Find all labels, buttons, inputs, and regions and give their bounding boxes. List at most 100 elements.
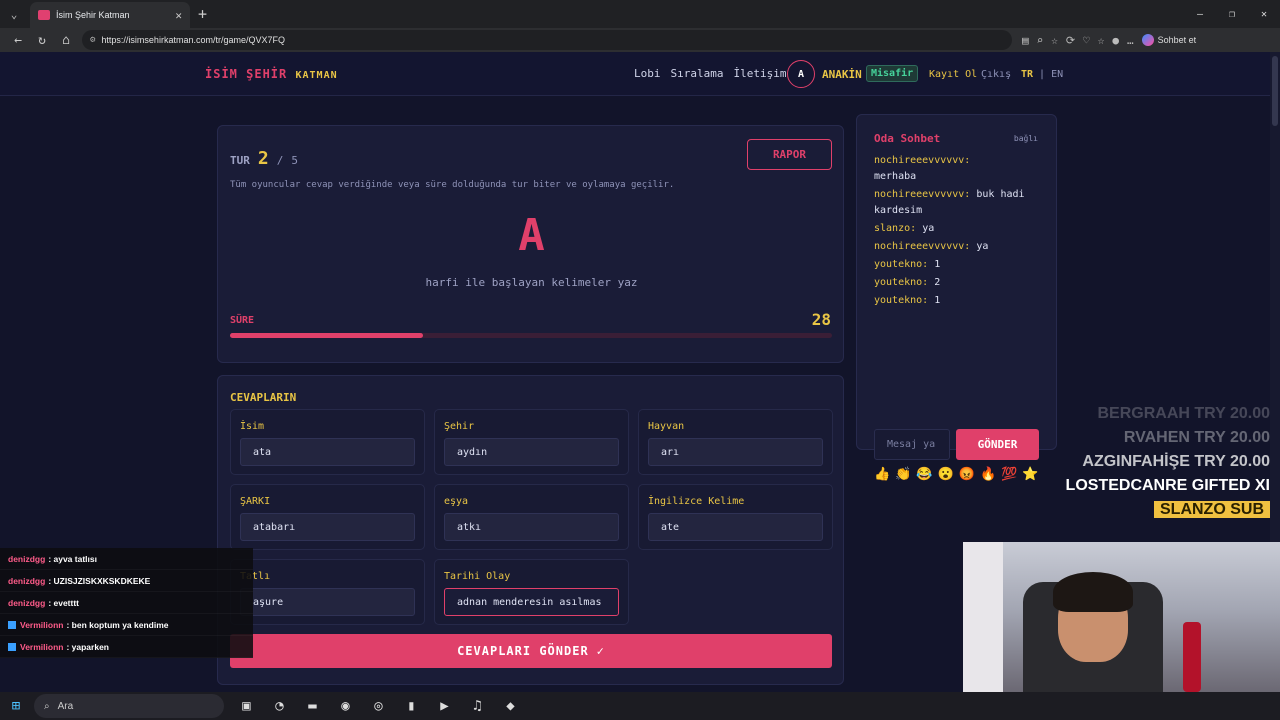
- file-explorer-icon[interactable]: ▬: [302, 698, 323, 714]
- field-input[interactable]: aydın: [444, 438, 619, 466]
- task-view-icon[interactable]: ▣: [236, 698, 257, 714]
- site-logo[interactable]: İSİM ŞEHİR KATMAN: [205, 67, 338, 81]
- surprised-emoji-icon[interactable]: 😮: [938, 467, 954, 482]
- minimize-icon[interactable]: —: [1184, 0, 1216, 28]
- chrome-icon[interactable]: ◎: [368, 698, 389, 714]
- logo-text-sub: KATMAN: [295, 70, 338, 81]
- taskbar-search[interactable]: ⌕ Ara: [34, 694, 224, 718]
- fire-emoji-icon[interactable]: 🔥: [980, 467, 996, 482]
- stream-chat-text: : ben koptum ya kendime: [66, 619, 169, 630]
- answers-title: CEVAPLARIN: [230, 391, 297, 404]
- reader-icon[interactable]: ▤: [1022, 34, 1029, 47]
- donor-line: BERGRAAH TRY 20.00: [1097, 405, 1271, 422]
- address-bar[interactable]: ⚙ https://isimsehirkatman.com/tr/game/QV…: [82, 30, 1012, 50]
- reload-icon[interactable]: ↻: [30, 33, 54, 48]
- field-sarki: ŞARKI atabarı: [230, 484, 425, 550]
- clap-emoji-icon[interactable]: 👏: [895, 467, 911, 482]
- timer-label: SÜRE: [230, 315, 255, 326]
- nav-link-ranking[interactable]: Sıralama: [671, 67, 724, 80]
- site-info-icon[interactable]: ⚙: [90, 35, 95, 45]
- laugh-emoji-icon[interactable]: 😂: [916, 467, 932, 482]
- register-link[interactable]: Kayıt Ol: [929, 69, 977, 80]
- windows-taskbar: ⊞ ⌕ Ara ▣ ◔ ▬ ◉ ◎ ▮ ▶ ♫ ◆: [0, 692, 1280, 720]
- hundred-emoji-icon[interactable]: 💯: [1001, 467, 1017, 482]
- field-hayvan: Hayvan arı: [638, 409, 833, 475]
- home-icon[interactable]: ⌂: [54, 33, 78, 48]
- scrollbar-thumb[interactable]: [1272, 56, 1278, 126]
- thumbs-up-emoji-icon[interactable]: 👍: [874, 467, 890, 482]
- url-text: https://isimsehirkatman.com/tr/game/QVX7…: [101, 35, 285, 45]
- back-icon[interactable]: ←: [6, 33, 30, 48]
- chat-title: Oda Sohbet: [874, 132, 941, 145]
- restore-icon[interactable]: ❐: [1216, 0, 1248, 28]
- nav-links: Lobi Sıralama İletişim: [634, 67, 786, 80]
- new-tab-icon[interactable]: +: [198, 5, 207, 23]
- zoom-icon[interactable]: ⌕: [1037, 34, 1044, 47]
- lang-tr[interactable]: TR: [1021, 69, 1033, 80]
- close-tab-icon[interactable]: ✕: [175, 9, 182, 22]
- lang-en[interactable]: EN: [1051, 69, 1063, 80]
- timer-value: 28: [811, 310, 831, 329]
- field-input[interactable]: atabarı: [240, 513, 415, 541]
- angry-emoji-icon[interactable]: 😡: [959, 467, 975, 482]
- media-player-icon[interactable]: ▶: [434, 698, 455, 714]
- field-input-active[interactable]: adnan menderesin asılmas: [444, 588, 619, 616]
- close-window-icon[interactable]: ✕: [1248, 0, 1280, 28]
- stream-chat-line: denizdgg: evetttt: [0, 592, 253, 614]
- more-menu-icon[interactable]: …: [1127, 34, 1134, 47]
- stream-chat-line: Vermilionn: yaparken: [0, 636, 253, 658]
- collections-icon[interactable]: ☆: [1098, 34, 1105, 47]
- site-favicon-icon: [38, 10, 50, 20]
- browser-tab[interactable]: İsim Şehir Katman ✕: [30, 2, 190, 28]
- chat-messages: nochireeevvvvvv: merhaba nochireeevvvvvv:…: [874, 153, 1049, 311]
- chat-message: nochireeevvvvvv: ya: [874, 239, 1049, 255]
- subscriber-badge-icon: [8, 620, 16, 629]
- field-input[interactable]: atkı: [444, 513, 619, 541]
- windows-start-icon[interactable]: ⊞: [0, 698, 32, 714]
- tab-list-chevron-icon[interactable]: ⌄: [0, 0, 28, 28]
- field-input[interactable]: ata: [240, 438, 415, 466]
- copilot-button[interactable]: Sohbet et: [1141, 34, 1196, 46]
- extensions-icon[interactable]: ⟳: [1066, 34, 1075, 47]
- field-input[interactable]: ate: [648, 513, 823, 541]
- field-tatli: Tatlı aşure: [230, 559, 425, 625]
- chat-user: youtekno:: [874, 295, 929, 306]
- spotify-icon[interactable]: ♫: [467, 698, 488, 714]
- report-button[interactable]: RAPOR: [747, 139, 832, 170]
- nav-link-contact[interactable]: İletişim: [733, 67, 786, 80]
- field-label: Şehir: [444, 421, 475, 432]
- field-input[interactable]: arı: [648, 438, 823, 466]
- nav-link-lobby[interactable]: Lobi: [634, 67, 661, 80]
- chat-send-button[interactable]: GÖNDER: [956, 429, 1039, 460]
- chat-status: bağlı: [1013, 134, 1038, 143]
- edge-browser-icon[interactable]: ◉: [335, 698, 356, 714]
- app-icon[interactable]: ◔: [269, 698, 290, 714]
- donation-overlay: BERGRAAH TRY 20.00 RVAHEN TRY 20.00 AZGI…: [1066, 402, 1270, 522]
- favorite-star-icon[interactable]: ☆: [1051, 34, 1058, 47]
- round-separator: /: [276, 154, 284, 167]
- submit-answers-button[interactable]: CEVAPLARI GÖNDER ✓: [230, 634, 832, 668]
- user-avatar[interactable]: A: [787, 60, 815, 88]
- stream-chat-line: denizdgg: ayva tatlısı: [0, 548, 253, 570]
- chat-message: youtekno: 2: [874, 275, 1049, 291]
- logo-text-main: İSİM ŞEHİR: [205, 67, 288, 81]
- app-icon[interactable]: ▮: [401, 698, 422, 714]
- app-icon[interactable]: ◆: [500, 698, 521, 714]
- round-counter: TUR 2 / 5: [230, 148, 298, 169]
- round-current: 2: [257, 148, 269, 169]
- star-emoji-icon[interactable]: ⭐: [1022, 467, 1038, 482]
- profile-avatar[interactable]: ●: [1112, 34, 1119, 47]
- taskbar-search-placeholder: Ara: [57, 700, 74, 712]
- logout-link[interactable]: Çıkış: [981, 69, 1011, 80]
- browser-essentials-icon[interactable]: ♡: [1083, 34, 1090, 47]
- chat-user: nochireeevvvvvv:: [874, 241, 971, 252]
- field-label: İngilizce Kelime: [648, 496, 745, 507]
- timer-progress-fill: [230, 333, 423, 338]
- chat-message: youtekno: 1: [874, 257, 1049, 273]
- stream-chat-text: : UZISJZISKXKSKDKEKE: [48, 575, 151, 586]
- field-input[interactable]: aşure: [240, 588, 415, 616]
- chat-text: 1: [934, 295, 941, 306]
- answers-card: CEVAPLARIN İsim ata Şehir aydın Hayvan a…: [217, 375, 844, 685]
- chat-message-input[interactable]: Mesaj ya: [874, 429, 950, 460]
- stream-chat-text: : ayva tatlısı: [48, 553, 97, 564]
